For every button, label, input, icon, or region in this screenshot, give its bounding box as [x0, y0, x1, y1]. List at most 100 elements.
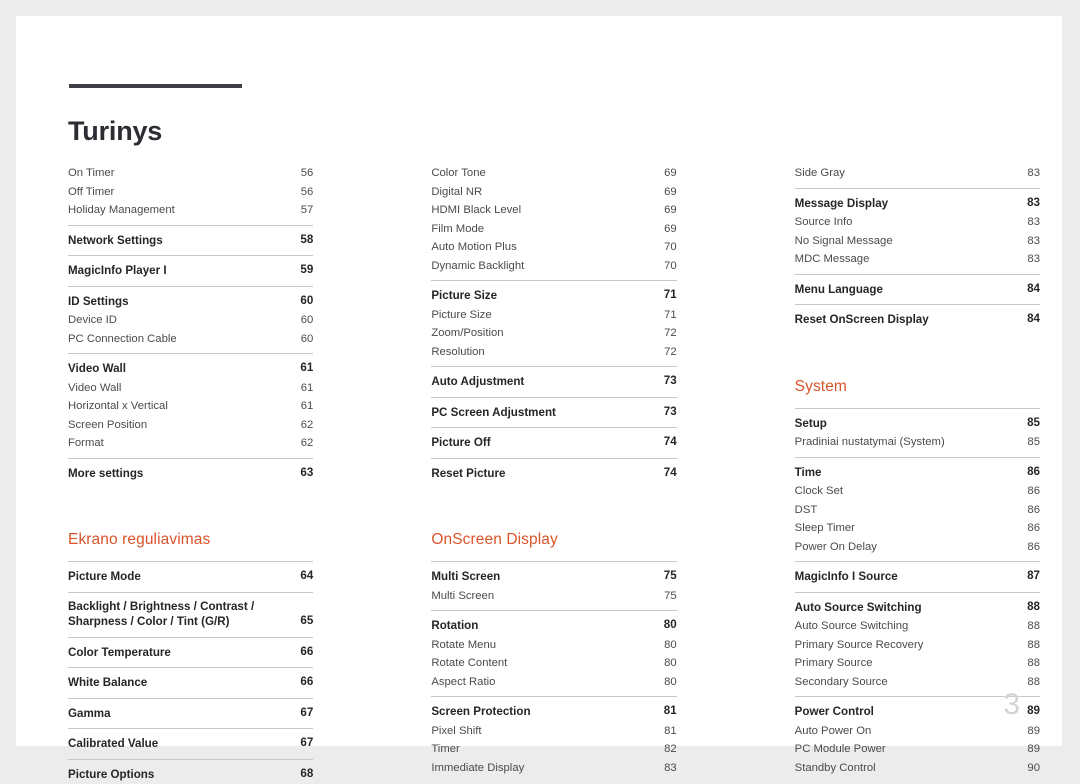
toc-entry-page-number: 56	[291, 184, 314, 201]
toc-sub-entry[interactable]: Multi Screen75	[431, 587, 676, 606]
toc-section-entry[interactable]: Reset OnScreen Display 84	[795, 304, 1040, 330]
toc-entry-label: Auto Source Switching	[795, 600, 922, 616]
toc-sub-entry[interactable]: Off Timer56	[68, 183, 313, 202]
toc-section-entry[interactable]: ID Settings60	[68, 286, 313, 312]
toc-entry-page-number: 60	[291, 312, 314, 329]
toc-section-entry[interactable]: Setup85	[795, 408, 1040, 434]
toc-entry-label: Dynamic Backlight	[431, 258, 524, 275]
toc-entry-label: Picture Options	[68, 767, 154, 783]
toc-sub-entry[interactable]: Film Mode69	[431, 220, 676, 239]
toc-sub-entry[interactable]: Color Tone69	[431, 164, 676, 183]
toc-section-entry[interactable]: Picture Off74	[431, 427, 676, 453]
toc-entry-label: Rotate Menu	[431, 637, 496, 654]
toc-entry-label: Primary Source Recovery	[795, 637, 924, 654]
toc-sub-entry[interactable]: Picture Size71	[431, 306, 676, 325]
toc-section-entry[interactable]: Rotation80	[431, 610, 676, 636]
toc-entry-label: MDC Message	[795, 251, 870, 268]
toc-sub-entry[interactable]: PC Connection Cable60	[68, 330, 313, 349]
toc-section-entry[interactable]: Auto Source Switching88	[795, 592, 1040, 618]
toc-sub-entry[interactable]: Horizontal x Vertical61	[68, 397, 313, 416]
toc-sub-entry[interactable]: Source Info83	[795, 213, 1040, 232]
toc-section-entry[interactable]: PC Screen Adjustment73	[431, 397, 676, 423]
toc-entry-page-number: 89	[1017, 723, 1040, 740]
toc-sub-entry[interactable]: Screen Position62	[68, 416, 313, 435]
toc-entry-page-number: 73	[654, 373, 677, 390]
toc-sub-entry[interactable]: Rotate Menu 80	[431, 636, 676, 655]
toc-entry-page-number: 88	[1017, 674, 1040, 691]
toc-entry-page-number: 86	[1017, 483, 1040, 500]
toc-sub-entry[interactable]: Zoom/Position72	[431, 324, 676, 343]
page-title: Turinys	[68, 116, 162, 147]
toc-sub-entry[interactable]: HDMI Black Level69	[431, 201, 676, 220]
toc-section-entry[interactable]: White Balance66	[68, 667, 313, 693]
toc-sub-entry[interactable]: Auto Power On89	[795, 722, 1040, 741]
toc-section-entry[interactable]: Time86	[795, 457, 1040, 483]
toc-sub-entry[interactable]: Timer82	[431, 740, 676, 759]
toc-entry-label: Secondary Source	[795, 674, 888, 691]
toc-entry-page-number: 85	[1017, 434, 1040, 451]
toc-entry-label: Reset OnScreen Display	[795, 312, 929, 328]
toc-entry-label: Color Temperature	[68, 645, 171, 661]
toc-section-entry[interactable]: Backlight / Brightness / Contrast / Shar…	[68, 592, 313, 632]
toc-entry-page-number: 70	[654, 239, 677, 256]
toc-section-entry[interactable]: Reset Picture74	[431, 458, 676, 484]
toc-entry-page-number: 74	[654, 465, 677, 482]
toc-section-entry[interactable]: Picture Options68	[68, 759, 313, 784]
toc-section-entry[interactable]: Picture Size71	[431, 280, 676, 306]
toc-sub-entry[interactable]: Holiday Management57	[68, 201, 313, 220]
toc-entry-page-number: 84	[1017, 311, 1040, 328]
toc-entry-page-number: 59	[290, 262, 313, 279]
toc-sub-entry[interactable]: Clock Set86	[795, 482, 1040, 501]
toc-section-entry[interactable]: Network Settings58	[68, 225, 313, 251]
toc-section-entry[interactable]: Video Wall61	[68, 353, 313, 379]
toc-section-entry[interactable]: Color Temperature66	[68, 637, 313, 663]
toc-entry-page-number: 89	[1017, 741, 1040, 758]
toc-section-entry[interactable]: Picture Mode64	[68, 561, 313, 587]
toc-sub-entry[interactable]: Dynamic Backlight70	[431, 257, 676, 276]
toc-entry-label: Menu Language	[795, 282, 883, 298]
toc-section-entry[interactable]: Menu Language84	[795, 274, 1040, 300]
toc-sub-entry[interactable]: DST86	[795, 501, 1040, 520]
toc-sub-entry[interactable]: Immediate Display 83	[431, 759, 676, 778]
toc-sub-entry[interactable]: Standby Control90	[795, 759, 1040, 778]
toc-group: On Timer56Off Timer56Holiday Management5…	[68, 164, 313, 483]
toc-sub-entry[interactable]: Video Wall61	[68, 379, 313, 398]
toc-entry-page-number: 87	[1017, 568, 1040, 585]
toc-entry-page-number: 83	[654, 760, 677, 777]
toc-sub-entry[interactable]: Aspect Ratio80	[431, 673, 676, 692]
toc-section-entry[interactable]: Calibrated Value67	[68, 728, 313, 754]
toc-entry-label: Immediate Display	[431, 760, 524, 777]
toc-sub-entry[interactable]: Primary Source88	[795, 654, 1040, 673]
toc-sub-entry[interactable]: Primary Source Recovery88	[795, 636, 1040, 655]
toc-sub-entry[interactable]: No Signal Message83	[795, 232, 1040, 251]
toc-sub-entry[interactable]: Sleep Timer86	[795, 519, 1040, 538]
toc-section-entry[interactable]: Message Display83	[795, 188, 1040, 214]
toc-sub-entry[interactable]: PC Module Power89	[795, 740, 1040, 759]
toc-sub-entry[interactable]: Resolution72	[431, 343, 676, 362]
toc-sub-entry[interactable]: Pradiniai nustatymai (System)85	[795, 433, 1040, 452]
toc-section-entry[interactable]: Gamma67	[68, 698, 313, 724]
toc-section-entry[interactable]: MagicInfo I Source87	[795, 561, 1040, 587]
toc-sub-entry[interactable]: Power On Delay86	[795, 538, 1040, 557]
toc-section-entry[interactable]: Screen Protection81	[431, 696, 676, 722]
toc-entry-label: Device ID	[68, 312, 117, 329]
toc-sub-entry[interactable]: Side Gray83	[795, 164, 1040, 183]
toc-sub-entry[interactable]: Device ID 60	[68, 311, 313, 330]
toc-entry-label: Timer	[431, 741, 459, 758]
toc-sub-entry[interactable]: Auto Motion Plus70	[431, 238, 676, 257]
toc-entry-page-number: 67	[290, 705, 313, 722]
toc-sub-entry[interactable]: MDC Message83	[795, 250, 1040, 269]
toc-section-entry[interactable]: Auto Adjustment73	[431, 366, 676, 392]
toc-entry-page-number: 80	[654, 637, 677, 654]
toc-entry-label: Zoom/Position	[431, 325, 503, 342]
toc-section-entry[interactable]: Multi Screen75	[431, 561, 676, 587]
toc-sub-entry[interactable]: Rotate Content80	[431, 654, 676, 673]
toc-sub-entry[interactable]: Pixel Shift81	[431, 722, 676, 741]
toc-section-entry[interactable]: MagicInfo Player I59	[68, 255, 313, 281]
toc-column: On Timer56Off Timer56Holiday Management5…	[68, 164, 313, 784]
toc-sub-entry[interactable]: Auto Source Switching88	[795, 617, 1040, 636]
toc-section-entry[interactable]: More settings63	[68, 458, 313, 484]
toc-sub-entry[interactable]: Digital NR69	[431, 183, 676, 202]
toc-sub-entry[interactable]: On Timer56	[68, 164, 313, 183]
toc-sub-entry[interactable]: Format62	[68, 434, 313, 453]
